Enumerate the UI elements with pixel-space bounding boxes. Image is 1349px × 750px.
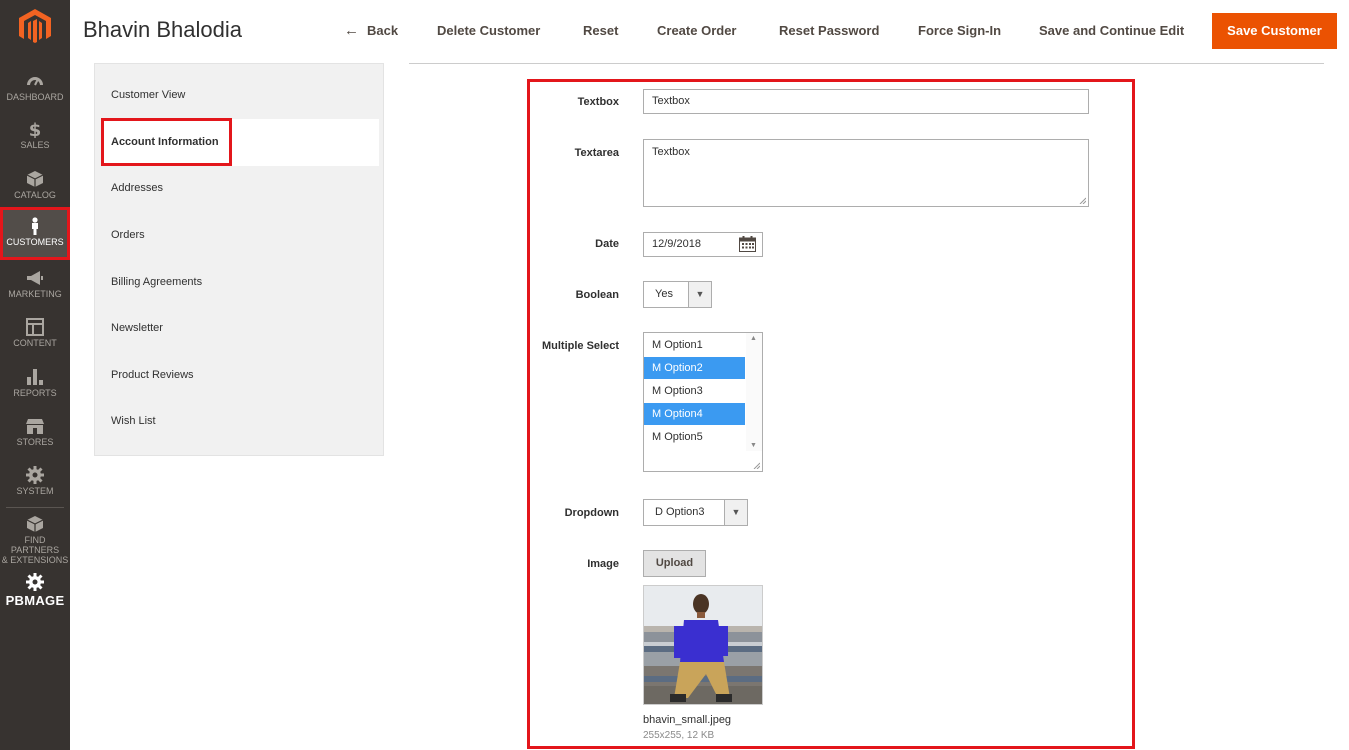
nav-customers-label: CUSTOMERS <box>6 237 64 247</box>
nav-stores[interactable]: STORES <box>0 417 70 467</box>
tab-newsletter[interactable]: Newsletter <box>111 322 163 334</box>
save-customer-button[interactable]: Save Customer <box>1212 13 1337 49</box>
box-icon <box>26 171 44 187</box>
tab-billing-agreements[interactable]: Billing Agreements <box>111 276 202 288</box>
admin-sidebar: DASHBOARD $ SALES CATALOG CUSTOMERS MARK… <box>0 0 70 750</box>
tab-customer-view[interactable]: Customer View <box>111 89 185 101</box>
resize-handle-icon[interactable] <box>753 462 760 469</box>
arrow-left-icon: ← <box>344 22 359 39</box>
tab-account-information[interactable]: Account Information <box>111 136 219 148</box>
save-continue-button[interactable]: Save and Continue Edit <box>1039 13 1184 49</box>
content-divider <box>409 63 1324 64</box>
multi-option-selected[interactable]: M Option4 <box>644 403 745 425</box>
reset-password-button[interactable]: Reset Password <box>779 13 879 49</box>
multi-option[interactable]: M Option1 <box>644 334 745 356</box>
multi-select-scrollbar[interactable]: ▲ ▼ <box>746 333 762 451</box>
magento-logo-icon[interactable] <box>19 9 51 45</box>
nav-stores-label: STORES <box>16 437 54 447</box>
multi-option[interactable]: M Option3 <box>644 380 745 402</box>
person-icon <box>32 217 38 235</box>
upload-button[interactable]: Upload <box>643 550 706 577</box>
force-signin-button[interactable]: Force Sign-In <box>918 13 1001 49</box>
nav-divider <box>6 507 64 508</box>
store-icon <box>26 419 44 434</box>
date-label: Date <box>595 238 619 250</box>
megaphone-icon <box>27 271 43 285</box>
resize-handle-icon[interactable] <box>1079 197 1086 204</box>
delete-customer-button[interactable]: Delete Customer <box>437 13 540 49</box>
dropdown-select[interactable]: D Option3 ▼ <box>643 499 748 526</box>
nav-content-label: CONTENT <box>13 338 57 348</box>
image-label: Image <box>587 558 619 570</box>
nav-dashboard-label: DASHBOARD <box>6 92 64 102</box>
nav-pbmage[interactable]: PBMAGE <box>0 573 70 608</box>
customer-photo-image <box>644 586 762 704</box>
multiple-select-label: Multiple Select <box>541 340 619 352</box>
gear-icon <box>26 573 44 591</box>
nav-content[interactable]: CONTENT <box>0 318 70 368</box>
page-title: Bhavin Bhalodia <box>83 17 243 42</box>
nav-sales-label: SALES <box>20 140 50 150</box>
tab-addresses[interactable]: Addresses <box>111 182 163 194</box>
nav-customers[interactable]: CUSTOMERS <box>0 207 70 260</box>
multi-option[interactable]: M Option5 <box>644 426 745 448</box>
scroll-down-icon[interactable]: ▼ <box>750 442 757 449</box>
tab-wish-list[interactable]: Wish List <box>111 415 156 427</box>
nav-reports-label: REPORTS <box>13 388 57 398</box>
chevron-down-icon: ▼ <box>688 282 711 307</box>
image-file-name[interactable]: bhavin_small.jpeg <box>643 714 731 726</box>
layout-icon <box>26 318 44 336</box>
dropdown-value: D Option3 <box>655 506 705 518</box>
customer-photo[interactable] <box>643 585 763 705</box>
bar-chart-icon <box>27 369 43 385</box>
boolean-value: Yes <box>655 288 673 300</box>
nav-find-partners[interactable]: FIND PARTNERS & EXTENSIONS <box>0 515 70 565</box>
nav-reports[interactable]: REPORTS <box>0 368 70 418</box>
back-label: Back <box>367 23 399 38</box>
back-button[interactable]: ← Back <box>344 13 398 49</box>
dashboard-icon <box>27 77 43 86</box>
multi-option-selected[interactable]: M Option2 <box>644 357 745 379</box>
reset-button[interactable]: Reset <box>583 13 618 49</box>
calendar-icon[interactable] <box>739 236 756 252</box>
textbox-label: Textbox <box>577 96 619 108</box>
dollar-icon: $ <box>29 120 42 138</box>
chevron-down-icon: ▼ <box>724 500 747 525</box>
textbox-input[interactable]: Textbox <box>643 89 1089 114</box>
svg-text:$: $ <box>29 120 42 138</box>
scroll-up-icon[interactable]: ▲ <box>750 335 757 342</box>
nav-system[interactable]: SYSTEM <box>0 466 70 516</box>
textarea-input[interactable]: Textbox <box>643 139 1089 207</box>
nav-dashboard[interactable]: DASHBOARD <box>0 72 70 122</box>
tab-orders[interactable]: Orders <box>111 229 145 241</box>
nav-partners-line1: FIND PARTNERS <box>10 535 60 555</box>
boolean-select[interactable]: Yes ▼ <box>643 281 712 308</box>
create-order-button[interactable]: Create Order <box>657 13 736 49</box>
boolean-label: Boolean <box>575 289 619 301</box>
box-icon <box>26 516 44 532</box>
nav-pbmage-label: PBMAGE <box>5 593 65 608</box>
nav-marketing-label: MARKETING <box>8 289 62 299</box>
gear-icon <box>26 466 44 484</box>
nav-sales[interactable]: $ SALES <box>0 120 70 170</box>
nav-catalog-label: CATALOG <box>14 190 56 200</box>
tab-product-reviews[interactable]: Product Reviews <box>111 369 194 381</box>
nav-marketing[interactable]: MARKETING <box>0 269 70 319</box>
multiple-select[interactable]: M Option1 M Option2 M Option3 M Option4 … <box>643 332 763 472</box>
nav-system-label: SYSTEM <box>16 486 54 496</box>
dropdown-label: Dropdown <box>564 507 619 519</box>
textarea-value: Textbox <box>652 146 690 158</box>
image-file-meta: 255x255, 12 KB <box>643 730 715 741</box>
nav-partners-line2: & EXTENSIONS <box>1 555 69 565</box>
textarea-label: Textarea <box>574 147 619 159</box>
